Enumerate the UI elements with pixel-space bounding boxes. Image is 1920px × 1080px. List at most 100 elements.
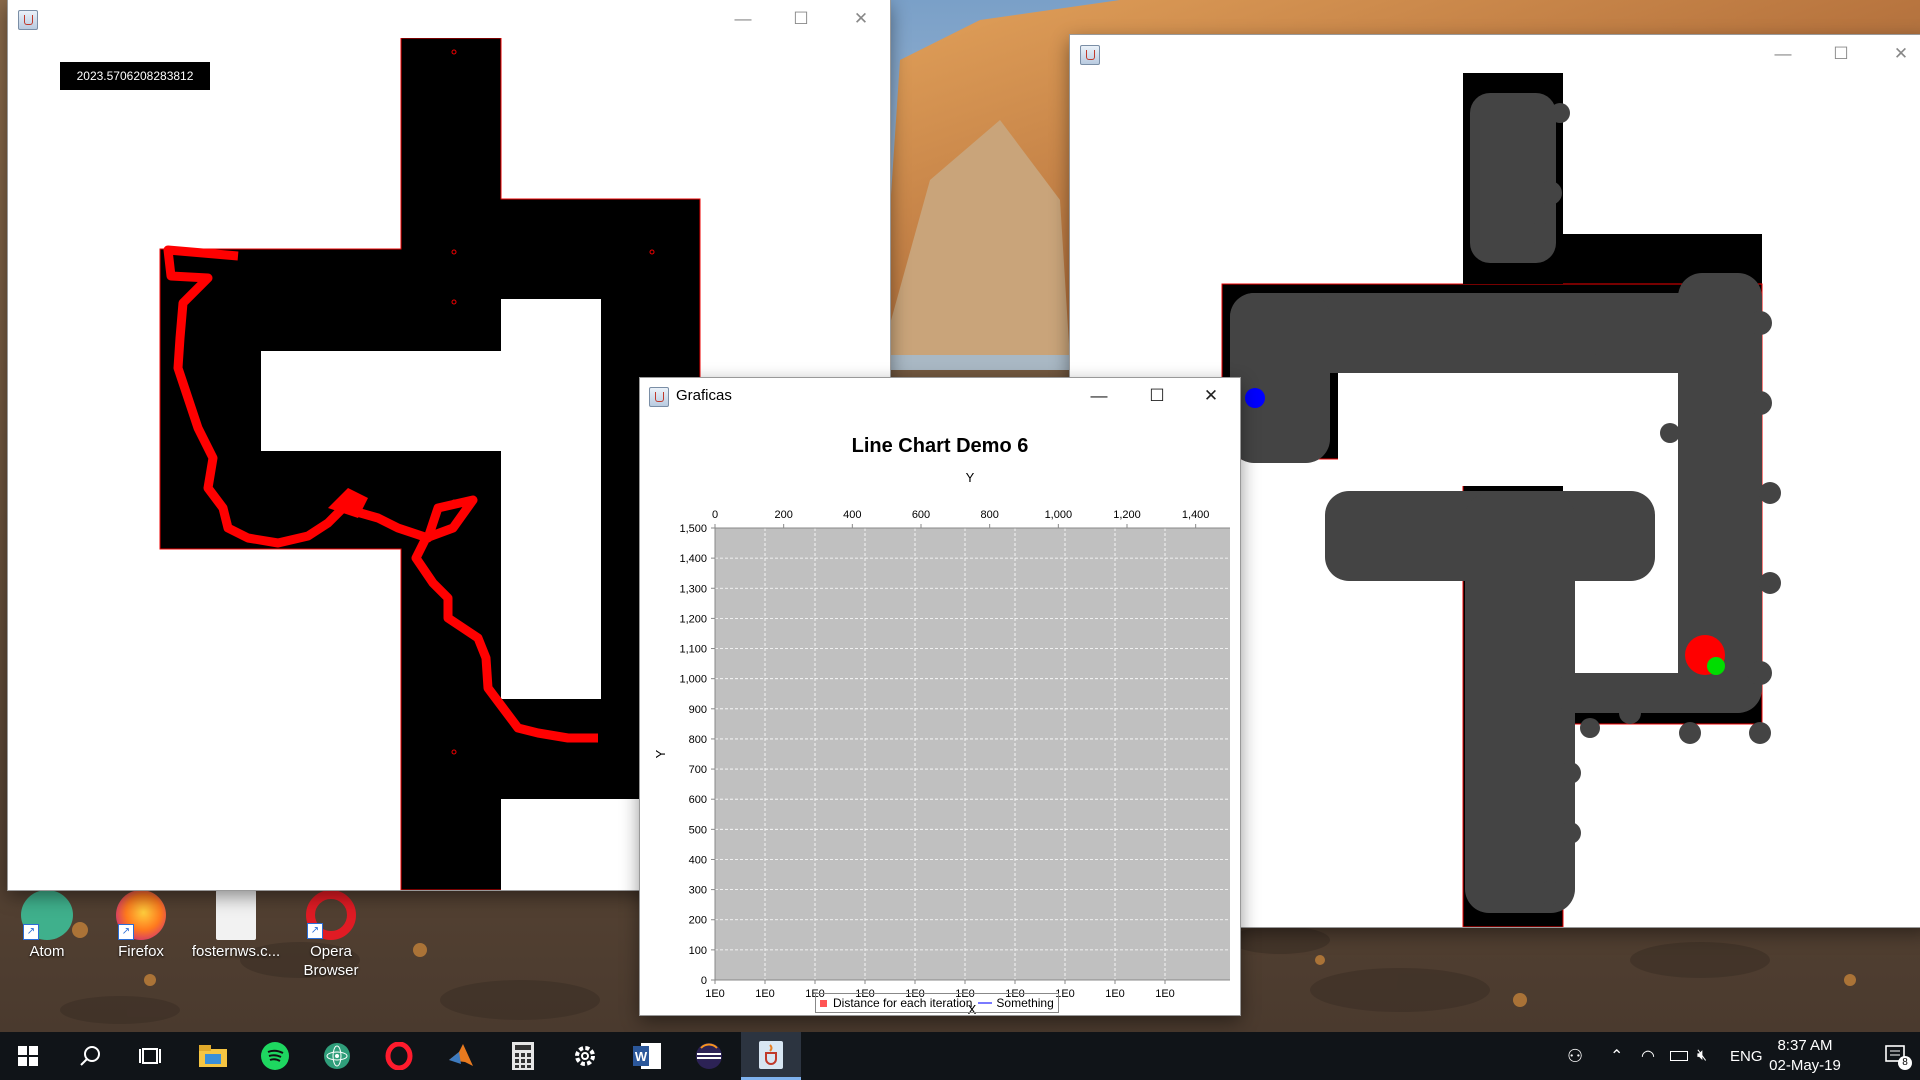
- x-tick-label: 1E0: [1105, 988, 1125, 1000]
- search-button[interactable]: [60, 1032, 120, 1080]
- y-axis-label: Y: [653, 749, 668, 758]
- taskbar-calculator[interactable]: [493, 1032, 553, 1080]
- taskbar-matlab[interactable]: [431, 1032, 491, 1080]
- window-title: Graficas: [676, 387, 732, 404]
- desktop-icon-file[interactable]: fosternws.c...: [190, 890, 282, 961]
- y-tick-label: 1,300: [679, 583, 707, 595]
- y-tick-label: 600: [689, 794, 707, 806]
- atom-icon: [324, 1043, 350, 1069]
- legend-swatch-red-icon: [820, 999, 827, 1007]
- file-icon: [216, 890, 256, 940]
- legend-entry: Distance for each iteration: [833, 996, 973, 1010]
- shortcut-arrow-icon: ↗: [307, 923, 323, 939]
- language-indicator[interactable]: ENG: [1730, 1048, 1763, 1065]
- maximize-button[interactable]: ☐: [1812, 35, 1870, 73]
- file-explorer-icon: [199, 1045, 227, 1067]
- taskbar-eclipse[interactable]: [679, 1032, 739, 1080]
- y-tick-label: 1,100: [679, 644, 707, 656]
- opera-icon: [385, 1042, 413, 1070]
- java-icon: [1080, 45, 1100, 65]
- battery-icon[interactable]: [1670, 1051, 1688, 1061]
- top-tick-label: 1,400: [1182, 509, 1210, 521]
- taskbar-java[interactable]: [741, 1032, 801, 1080]
- java-icon: [649, 387, 669, 407]
- volume-muted-icon[interactable]: 🔇︎: [1697, 1047, 1707, 1065]
- distance-readout: 2023.5706208283812: [60, 62, 210, 90]
- atom-icon: ↗: [21, 890, 73, 940]
- desktop-icon-atom[interactable]: ↗ Atom: [1, 890, 93, 961]
- top-tick-label: 200: [774, 509, 792, 521]
- titlebar[interactable]: — ☐ ✕: [1070, 35, 1920, 73]
- taskbar-opera[interactable]: [369, 1032, 429, 1080]
- top-tick-label: 0: [712, 509, 718, 521]
- task-view-icon: [139, 1048, 161, 1064]
- chart-legend: Distance for each iteration Something: [815, 993, 1059, 1013]
- clock[interactable]: 8:37 AM 02-May-19: [1760, 1036, 1850, 1076]
- close-button[interactable]: ✕: [1182, 378, 1240, 414]
- y-tick-label: 200: [689, 915, 707, 927]
- y-tick-label: 800: [689, 734, 707, 746]
- top-tick-label: 400: [843, 509, 861, 521]
- notification-count-badge: 8: [1898, 1056, 1912, 1070]
- close-button[interactable]: ✕: [1872, 35, 1920, 73]
- titlebar[interactable]: — ☐ ✕: [8, 0, 890, 38]
- start-marker: [1707, 657, 1725, 675]
- y-tick-label: 0: [701, 975, 707, 987]
- taskbar-file-explorer[interactable]: [183, 1032, 243, 1080]
- desktop-icon-label: Firefox: [118, 943, 164, 960]
- taskbar-settings[interactable]: [555, 1032, 615, 1080]
- matlab-icon: [449, 1044, 473, 1066]
- y-tick-label: 400: [689, 854, 707, 866]
- chart-window[interactable]: Graficas — ☐ ✕ Line Chart Demo 6 Y 0 200 4…: [640, 378, 1240, 1015]
- start-button[interactable]: [0, 1032, 56, 1080]
- gear-icon: [575, 1046, 595, 1066]
- y-tick-label: 900: [689, 704, 707, 716]
- taskbar-atom[interactable]: [307, 1032, 367, 1080]
- desktop-icon-opera[interactable]: ↗ Opera Browser: [285, 890, 377, 980]
- top-axis-label: Y: [966, 470, 975, 485]
- taskbar-word[interactable]: W: [617, 1032, 677, 1080]
- minimize-button[interactable]: —: [714, 0, 772, 38]
- java-icon: [759, 1040, 783, 1069]
- close-button[interactable]: ✕: [832, 0, 890, 38]
- x-tick-label: 1E0: [705, 988, 725, 1000]
- clock-date: 02-May-19: [1769, 1057, 1841, 1074]
- titlebar[interactable]: Graficas — ☐ ✕: [640, 378, 1240, 414]
- maximize-button[interactable]: ☐: [1128, 378, 1186, 414]
- eclipse-icon: [696, 1043, 722, 1069]
- y-tick-label: 1,500: [679, 523, 707, 535]
- taskbar-spotify[interactable]: [245, 1032, 305, 1080]
- action-center-button[interactable]: 8: [1884, 1044, 1912, 1070]
- plot-area: [715, 528, 1230, 980]
- wifi-icon[interactable]: ◠: [1641, 1046, 1655, 1066]
- clock-time: 8:37 AM: [1777, 1037, 1833, 1054]
- shortcut-arrow-icon: ↗: [23, 924, 39, 940]
- top-tick-label: 1,000: [1045, 509, 1073, 521]
- firefox-icon: ↗: [116, 890, 166, 940]
- minimize-button[interactable]: —: [1754, 35, 1812, 73]
- desktop-icon-label: fosternws.c...: [191, 943, 281, 960]
- line-chart: Line Chart Demo 6 Y 0 200 400 600 800 1,000 1,…: [653, 435, 1230, 1014]
- y-tick-label: 300: [689, 885, 707, 897]
- legend-entry: Something: [996, 996, 1054, 1010]
- start-icon: [18, 1046, 38, 1066]
- word-icon: W: [633, 1043, 661, 1069]
- desktop-icon-firefox[interactable]: ↗ Firefox: [95, 890, 187, 961]
- x-tick-label: 1E0: [755, 988, 775, 1000]
- y-tick-label: 1,400: [679, 553, 707, 565]
- chevron-up-icon[interactable]: ⌃: [1610, 1046, 1623, 1066]
- goal-marker: [1245, 388, 1265, 408]
- spotify-icon: [261, 1042, 289, 1070]
- maximize-button[interactable]: ☐: [772, 0, 830, 38]
- people-icon[interactable]: ⚇: [1567, 1046, 1583, 1067]
- desktop-icon-label: Atom: [29, 943, 65, 960]
- y-tick-label: 500: [689, 824, 707, 836]
- system-tray: ⚇ ⌃ ◠ 🔇︎ ENG: [1555, 1032, 1770, 1080]
- top-tick-label: 600: [912, 509, 930, 521]
- search-icon: [80, 1046, 100, 1066]
- desktop-icon-label: Opera Browser: [303, 943, 359, 979]
- task-view-button[interactable]: [120, 1032, 180, 1080]
- taskbar: W ⚇ ⌃ ◠ 🔇︎ ENG 8:37 AM 02-May-19 8: [0, 1032, 1920, 1080]
- minimize-button[interactable]: —: [1070, 378, 1128, 414]
- chart-title: Line Chart Demo 6: [852, 435, 1029, 457]
